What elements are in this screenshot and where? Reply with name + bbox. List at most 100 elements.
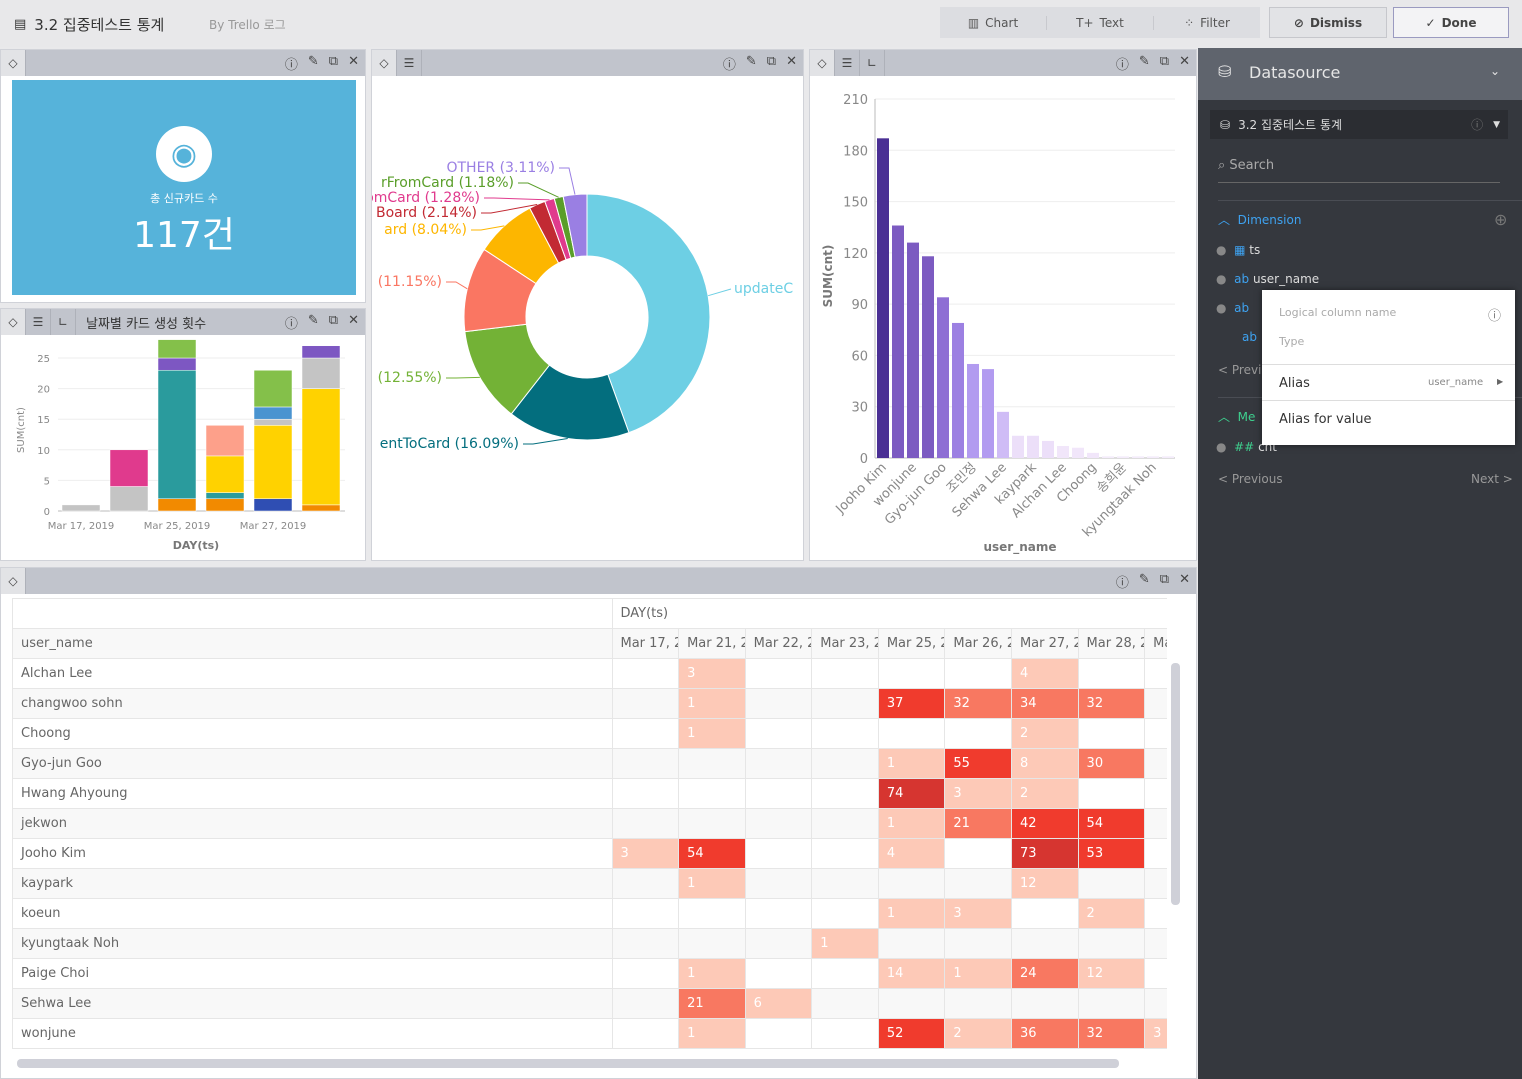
info-icon[interactable]: ⓘ (1116, 54, 1129, 73)
next-link[interactable]: Next > (1471, 472, 1513, 486)
donut-chart: updateC entToCard (16.09%) d (12.55%) (11.1… (372, 160, 793, 452)
edit-icon[interactable]: ✎ (1139, 54, 1150, 73)
table-cell (611, 658, 680, 689)
close-icon[interactable]: ✕ (1179, 572, 1190, 591)
alias-for-value-menu-item[interactable]: Alias for value (1279, 412, 1372, 427)
list-icon[interactable]: ☰ (397, 50, 422, 76)
table-cell: 21 (944, 808, 1012, 839)
copy-icon[interactable]: ⧉ (1160, 54, 1169, 73)
alias-menu-item[interactable]: Alias user_name ▶ (1262, 364, 1515, 401)
table-cell (877, 718, 946, 749)
slice-label: (11.15%) (378, 274, 442, 290)
table-cell (1144, 778, 1167, 809)
bar (922, 256, 934, 458)
table-cell (877, 928, 946, 959)
info-icon[interactable]: ⓘ (1471, 116, 1483, 133)
y-tick-label: 20 (37, 385, 50, 396)
tag-icon[interactable]: ◇ (1, 568, 26, 594)
info-icon[interactable]: ⓘ (1488, 305, 1501, 324)
bar-segment (253, 406, 293, 420)
done-button[interactable]: ✓ Done (1393, 7, 1509, 38)
table-cell (744, 898, 813, 929)
table-row: kyungtaak Noh 1 (12, 928, 1167, 959)
tag-icon[interactable]: ◇ (810, 50, 835, 76)
horizontal-scrollbar[interactable] (17, 1059, 1119, 1068)
column-header: Mar 21, 2019 (678, 628, 746, 659)
table-cell (1077, 778, 1146, 809)
column-header: Mar 27, 2019 (1010, 628, 1079, 659)
dimension-section-toggle[interactable]: ︿ Dimension (1218, 211, 1301, 228)
table-cell (611, 958, 680, 989)
datasource-select[interactable]: ⛁ 3.2 집중테스트 통계 ⓘ ▼ (1210, 110, 1508, 139)
axis-icon[interactable]: ∟ (860, 50, 885, 76)
table-row: Paige Choi 1 14 1 24 12 (12, 958, 1167, 989)
edit-icon[interactable]: ✎ (1139, 572, 1150, 591)
check-icon: ● (1216, 301, 1227, 315)
table-cell (744, 718, 813, 749)
y-tick-label: 210 (843, 93, 868, 108)
table-cell: 32 (1077, 688, 1146, 719)
row-name: Hwang Ahyoung (12, 778, 613, 809)
table-cell (1077, 718, 1146, 749)
bar (1042, 440, 1054, 458)
table-cell: 54 (1077, 808, 1146, 839)
caret-down-icon[interactable]: ▼ (1493, 120, 1500, 130)
bar (1027, 435, 1039, 458)
info-icon[interactable]: ⓘ (723, 54, 736, 73)
previous-link[interactable]: < Previous (1218, 472, 1283, 486)
list-icon[interactable]: ☰ (835, 50, 860, 76)
close-icon[interactable]: ✕ (348, 54, 359, 73)
add-filter-button[interactable]: ⁘ Filter (1154, 16, 1260, 30)
dimension-item[interactable]: ab (1242, 330, 1257, 344)
search-input[interactable]: ⌕ Search (1218, 158, 1500, 183)
measure-section-toggle[interactable]: ︿ Me (1218, 408, 1255, 425)
sidebar-header[interactable]: ⛁ Datasource ⌄ (1198, 48, 1522, 100)
dimension-item-ts[interactable]: ● ▦ ts (1216, 243, 1260, 257)
table-cell: 52 (877, 1018, 946, 1049)
slice-label: entToCard (16.09%) (380, 436, 519, 452)
table-cell: 14 (877, 958, 946, 989)
tag-icon[interactable]: ◇ (1, 50, 26, 76)
table-row: Alchan Lee 3 4 (12, 658, 1167, 689)
table-cell (1144, 658, 1167, 689)
add-chart-button[interactable]: ▥ Chart (940, 15, 1047, 30)
dimension-prev-link[interactable]: < Previ (1218, 363, 1261, 377)
copy-icon[interactable]: ⧉ (1160, 572, 1169, 591)
copy-icon[interactable]: ⧉ (329, 54, 338, 73)
close-icon[interactable]: ✕ (786, 54, 797, 73)
table-cell: 12 (1077, 958, 1146, 989)
table-cell (611, 898, 680, 929)
tag-icon[interactable]: ◇ (372, 50, 397, 76)
table-row: Choong 1 2 (12, 718, 1167, 749)
table-cell (1077, 658, 1146, 689)
table-cell (611, 688, 680, 719)
vertical-scrollbar[interactable] (1171, 663, 1180, 905)
kpi-value: 117건 (133, 215, 235, 256)
table-cell (678, 808, 746, 839)
add-text-button[interactable]: T+ Text (1047, 15, 1154, 30)
info-icon[interactable]: ⓘ (285, 54, 298, 73)
leader-line (471, 225, 505, 231)
table-cell (1144, 988, 1167, 1019)
edit-icon[interactable]: ✎ (746, 54, 757, 73)
slice-label: ard (8.04%) (384, 222, 467, 238)
bar-segment (109, 449, 149, 487)
close-icon[interactable]: ✕ (1179, 54, 1190, 73)
leader-line (446, 281, 468, 290)
datasource-sidebar: ⛁ Datasource ⌄ ⛁ 3.2 집중테스트 통계 ⓘ ▼ ⌕ Search… (1198, 48, 1522, 1079)
dimension-item[interactable]: ● ab (1216, 301, 1249, 315)
copy-icon[interactable]: ⧉ (767, 54, 776, 73)
bar (1117, 456, 1129, 458)
chevron-down-icon[interactable]: ⌄ (1490, 64, 1500, 78)
dimension-item-user-name[interactable]: ● ab user_name (1216, 272, 1319, 286)
edit-icon[interactable]: ✎ (308, 54, 319, 73)
info-icon[interactable]: ⓘ (1116, 572, 1129, 591)
add-icon[interactable]: ⊕ (1494, 210, 1507, 229)
table-cell (611, 748, 680, 779)
table-cell (611, 1018, 680, 1049)
bar (1087, 452, 1099, 458)
table-cell (811, 778, 879, 809)
dismiss-button[interactable]: ⊘ Dismiss (1269, 7, 1387, 38)
row-name: wonjune (12, 1018, 613, 1049)
table-cell (611, 988, 680, 1019)
